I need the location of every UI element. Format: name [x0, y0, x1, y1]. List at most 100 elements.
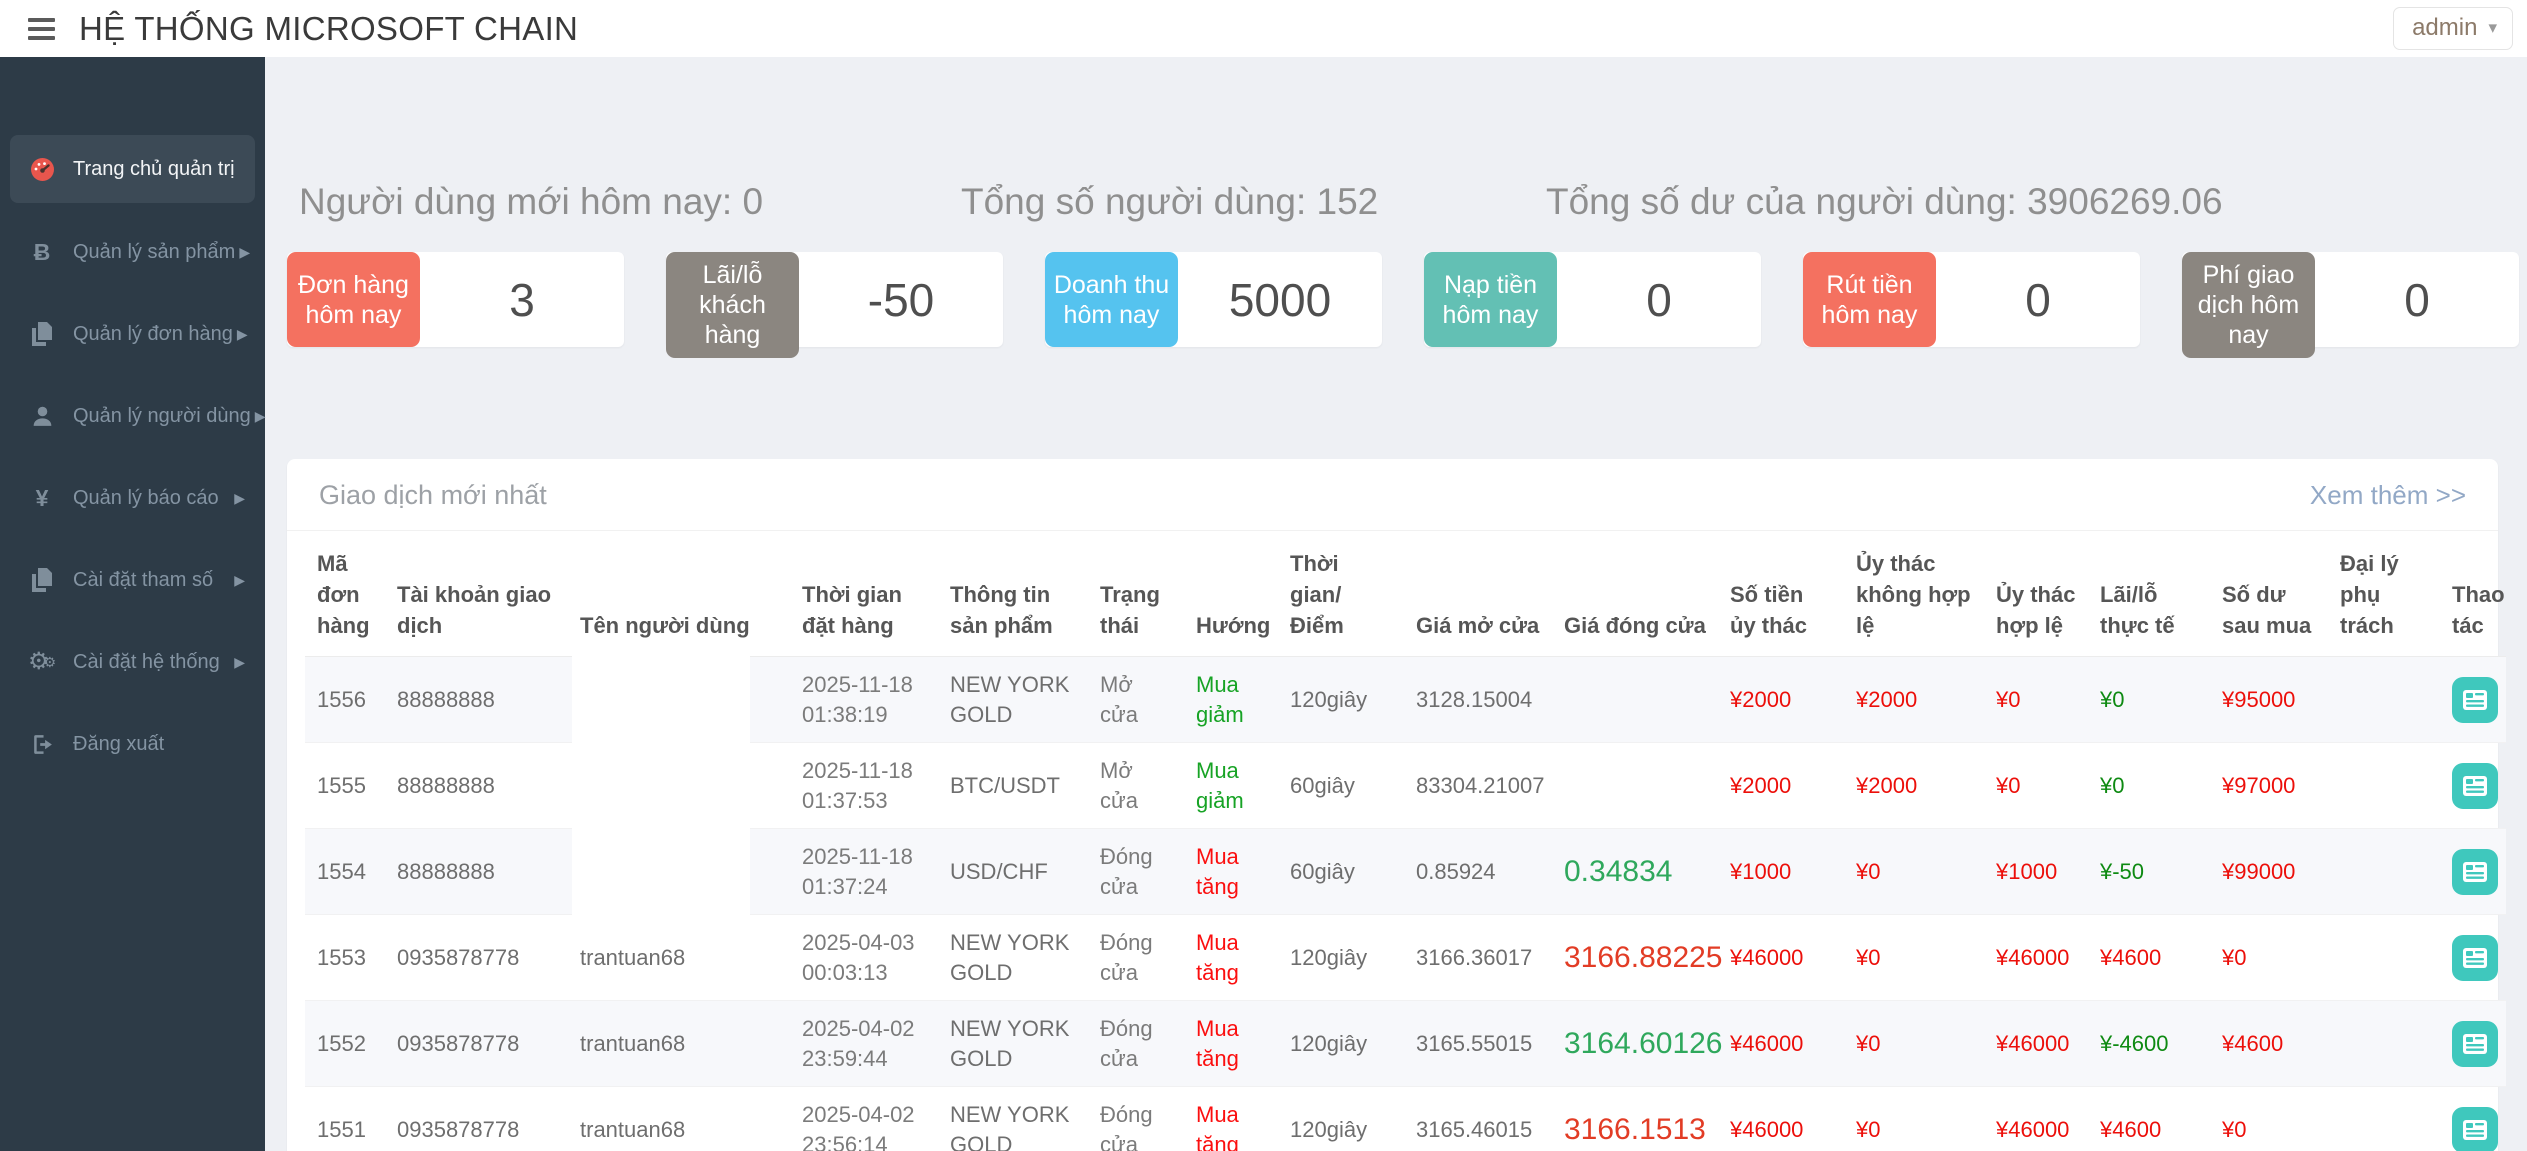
- column-header-username: Tên người dùng: [568, 531, 790, 657]
- order-detail-button[interactable]: [2452, 1107, 2498, 1151]
- order-detail-icon: [2462, 947, 2488, 969]
- cell-time: 2025-04-02 23:59:44: [790, 1001, 938, 1087]
- gears-icon: ⚙⚙: [26, 650, 58, 674]
- cell-status: Đóng cửa: [1088, 1087, 1184, 1151]
- top-bar: HỆ THỐNG MICROSOFT CHAIN admin ▾: [0, 0, 2527, 57]
- cell-time: 2025-11-18 01:37:53: [790, 743, 938, 829]
- hamburger-menu-icon[interactable]: [28, 18, 55, 40]
- order-detail-icon: [2462, 1033, 2488, 1055]
- sidebar-item-products[interactable]: Ƀ Quản lý sản phẩm ▶: [10, 211, 255, 293]
- cell-valid: ¥1000: [1984, 829, 2088, 915]
- cell-id: 1556: [305, 657, 385, 743]
- column-header-valid: Ủy thác hợp lệ: [1984, 531, 2088, 657]
- cell-action: [2440, 829, 2506, 915]
- cell-amount: ¥46000: [1718, 1087, 1844, 1151]
- cell-account: 88888888: [385, 829, 568, 915]
- cell-status: Mở cửa: [1088, 743, 1184, 829]
- stat-card-withdrawals-today: Rút tiền hôm nay 0: [1803, 252, 2140, 347]
- stat-card-deposits-today: Nạp tiền hôm nay 0: [1424, 252, 1761, 347]
- chevron-right-icon: ▶: [239, 244, 250, 261]
- cell-agent: [2328, 743, 2440, 829]
- cell-direction: Mua tăng: [1184, 1001, 1278, 1087]
- dashboard-icon: [26, 156, 58, 183]
- sidebar-item-label: Quản lý người dùng: [73, 405, 251, 428]
- cell-valid: ¥46000: [1984, 915, 2088, 1001]
- bitcoin-icon: Ƀ: [26, 239, 58, 266]
- cell-duration: 60giây: [1278, 743, 1404, 829]
- cell-balance: ¥95000: [2210, 657, 2328, 743]
- order-detail-button[interactable]: [2452, 763, 2498, 809]
- cell-time: 2025-11-18 01:37:24: [790, 829, 938, 915]
- cell-close: 3166.88225: [1552, 915, 1718, 1001]
- stat-card-label: Đơn hàng hôm nay: [287, 252, 420, 347]
- sidebar: Trang chủ quản trị Ƀ Quản lý sản phẩm ▶ …: [0, 57, 265, 1151]
- cell-id: 1553: [305, 915, 385, 1001]
- cell-agent: [2328, 915, 2440, 1001]
- cell-id: 1552: [305, 1001, 385, 1087]
- cell-duration: 60giây: [1278, 829, 1404, 915]
- stat-card-value: -50: [799, 252, 1003, 347]
- cell-invalid: ¥2000: [1844, 657, 1984, 743]
- sidebar-item-logout[interactable]: Đăng xuất: [10, 703, 255, 785]
- order-detail-icon: [2462, 1119, 2488, 1141]
- order-detail-button[interactable]: [2452, 1021, 2498, 1067]
- cell-valid: ¥46000: [1984, 1087, 2088, 1151]
- cell-username: [568, 829, 790, 915]
- summary-stats: Người dùng mới hôm nay: 0 Tổng số người …: [287, 181, 2498, 223]
- cell-account: 0935878778: [385, 915, 568, 1001]
- stat-card-label: Rút tiền hôm nay: [1803, 252, 1936, 347]
- stat-card-value: 0: [1936, 252, 2140, 347]
- cell-balance: ¥99000: [2210, 829, 2328, 915]
- column-header-id: Mã đơn hàng: [305, 531, 385, 657]
- stat-card-value: 0: [2315, 252, 2519, 347]
- column-header-duration: Thời gian/Điểm: [1278, 531, 1404, 657]
- column-header-balance: Số dư sau mua: [2210, 531, 2328, 657]
- view-more-link[interactable]: Xem thêm >>: [2310, 480, 2466, 511]
- cell-status: Mở cửa: [1088, 657, 1184, 743]
- cell-open: 3166.36017: [1404, 915, 1552, 1001]
- stat-card-customer-pnl: Lãi/lỗ khách hàng -50: [666, 252, 1003, 347]
- chevron-right-icon: ▶: [234, 654, 245, 671]
- sidebar-item-parameters[interactable]: Cài đặt tham số ▶: [10, 539, 255, 621]
- table-row: 15530935878778trantuan682025-04-03 00:03…: [305, 915, 2506, 1001]
- cell-open: 0.85924: [1404, 829, 1552, 915]
- order-detail-icon: [2462, 689, 2488, 711]
- table-row: 15510935878778trantuan682025-04-02 23:56…: [305, 1087, 2506, 1151]
- cell-open: 3165.46015: [1404, 1087, 1552, 1151]
- panel-title: Giao dịch mới nhất: [319, 480, 547, 511]
- cell-pnl: ¥0: [2088, 657, 2210, 743]
- table-row: 1554888888882025-11-18 01:37:24USD/CHFĐó…: [305, 829, 2506, 915]
- cell-id: 1554: [305, 829, 385, 915]
- stat-card-orders-today: Đơn hàng hôm nay 3: [287, 252, 624, 347]
- cell-invalid: ¥2000: [1844, 743, 1984, 829]
- panel-header: Giao dịch mới nhất Xem thêm >>: [287, 459, 2498, 531]
- cell-username: [568, 657, 790, 743]
- sidebar-item-dashboard[interactable]: Trang chủ quản trị: [10, 135, 255, 203]
- column-header-time: Thời gian đặt hàng: [790, 531, 938, 657]
- cell-close: 3164.60126: [1552, 1001, 1718, 1087]
- sidebar-item-system-settings[interactable]: ⚙⚙ Cài đặt hệ thống ▶: [10, 621, 255, 703]
- order-detail-button[interactable]: [2452, 849, 2498, 895]
- column-header-status: Trạng thái: [1088, 531, 1184, 657]
- user-menu-button[interactable]: admin ▾: [2393, 7, 2513, 50]
- stat-card-fees-today: Phí giao dịch hôm nay 0: [2182, 252, 2519, 347]
- yen-icon: ¥: [26, 485, 58, 512]
- sidebar-item-users[interactable]: Quản lý người dùng ▶: [10, 375, 255, 457]
- cell-valid: ¥0: [1984, 743, 2088, 829]
- cell-pnl: ¥0: [2088, 743, 2210, 829]
- params-icon: [26, 567, 58, 593]
- sidebar-item-orders[interactable]: Quản lý đơn hàng ▶: [10, 293, 255, 375]
- stat-card-label: Doanh thu hôm nay: [1045, 252, 1178, 347]
- order-detail-button[interactable]: [2452, 935, 2498, 981]
- column-header-open: Giá mở cửa: [1404, 531, 1552, 657]
- order-detail-button[interactable]: [2452, 677, 2498, 723]
- stat-total-users: Tổng số người dùng: 152: [961, 181, 1546, 223]
- sidebar-item-reports[interactable]: ¥ Quản lý báo cáo ▶: [10, 457, 255, 539]
- cell-valid: ¥46000: [1984, 1001, 2088, 1087]
- sidebar-item-label: Quản lý đơn hàng: [73, 323, 233, 346]
- cell-direction: Mua giảm: [1184, 657, 1278, 743]
- cell-open: 3128.15004: [1404, 657, 1552, 743]
- cell-username: trantuan68: [568, 1087, 790, 1151]
- table-row: 1556888888882025-11-18 01:38:19NEW YORK …: [305, 657, 2506, 743]
- chevron-right-icon: ▶: [234, 572, 245, 589]
